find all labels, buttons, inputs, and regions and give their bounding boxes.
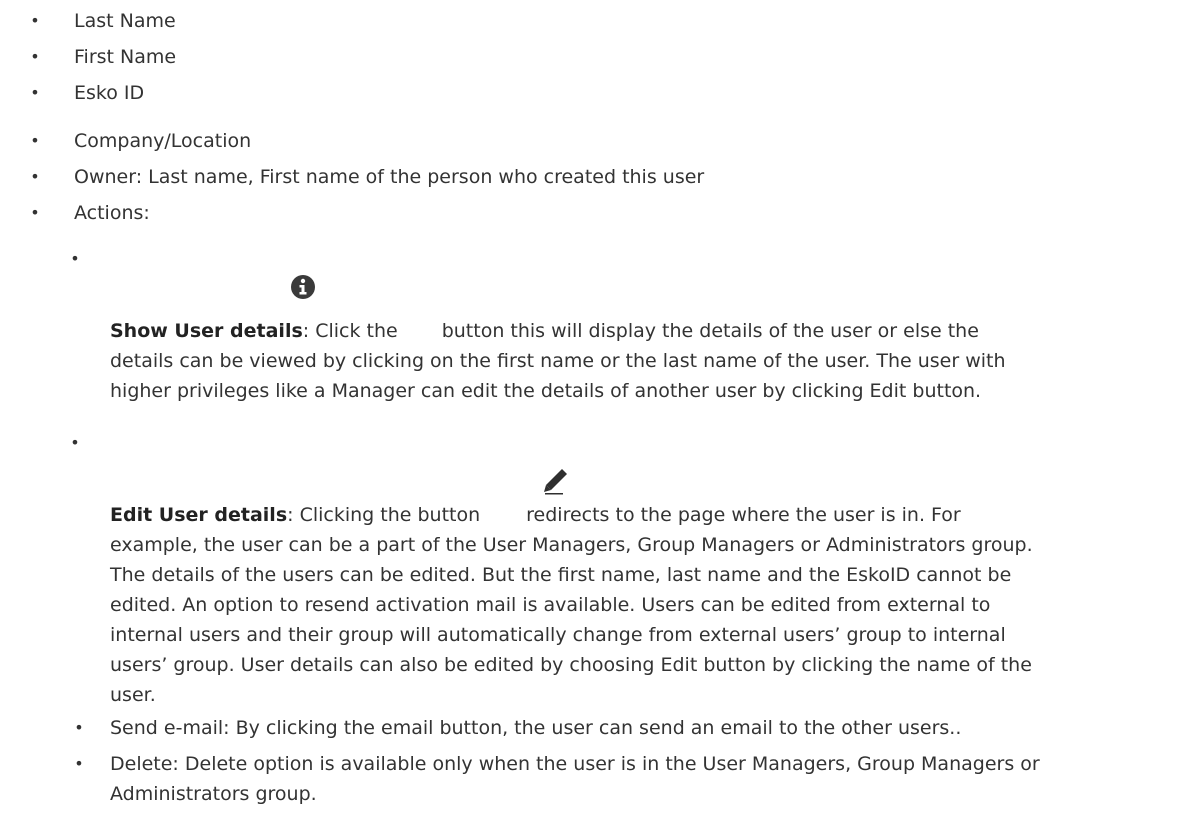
bullet-icon: • <box>30 167 40 186</box>
show-details-title: Show User details <box>110 320 303 342</box>
bullet-icon: • <box>74 718 84 737</box>
bullet-icon: • <box>30 131 40 150</box>
bullet-icon: • <box>70 249 80 268</box>
edit-details-title: Edit User details <box>110 504 288 526</box>
show-details-line-1: Show User details: Click the button this … <box>110 320 979 342</box>
edit-details-paragraph: Edit User details: Clicking the button re… <box>110 500 1170 710</box>
edit-details-line-1: Edit User details: Clicking the button re… <box>110 504 961 526</box>
show-details-paragraph: Show User details: Click the button this … <box>110 316 1170 406</box>
bullet-icon: • <box>74 754 84 773</box>
info-icon <box>290 274 316 309</box>
bullet-icon: • <box>70 433 80 452</box>
document-page: { "fields": [ "Last Name", "First Name",… <box>0 0 1190 813</box>
delete-paragraph: Delete: Delete option is available only … <box>110 753 1040 805</box>
bullet-icon: • <box>30 47 40 66</box>
bullet-icon: • <box>30 83 40 102</box>
bullet-icon: • <box>30 203 40 222</box>
bullet-icon: • <box>30 11 40 30</box>
